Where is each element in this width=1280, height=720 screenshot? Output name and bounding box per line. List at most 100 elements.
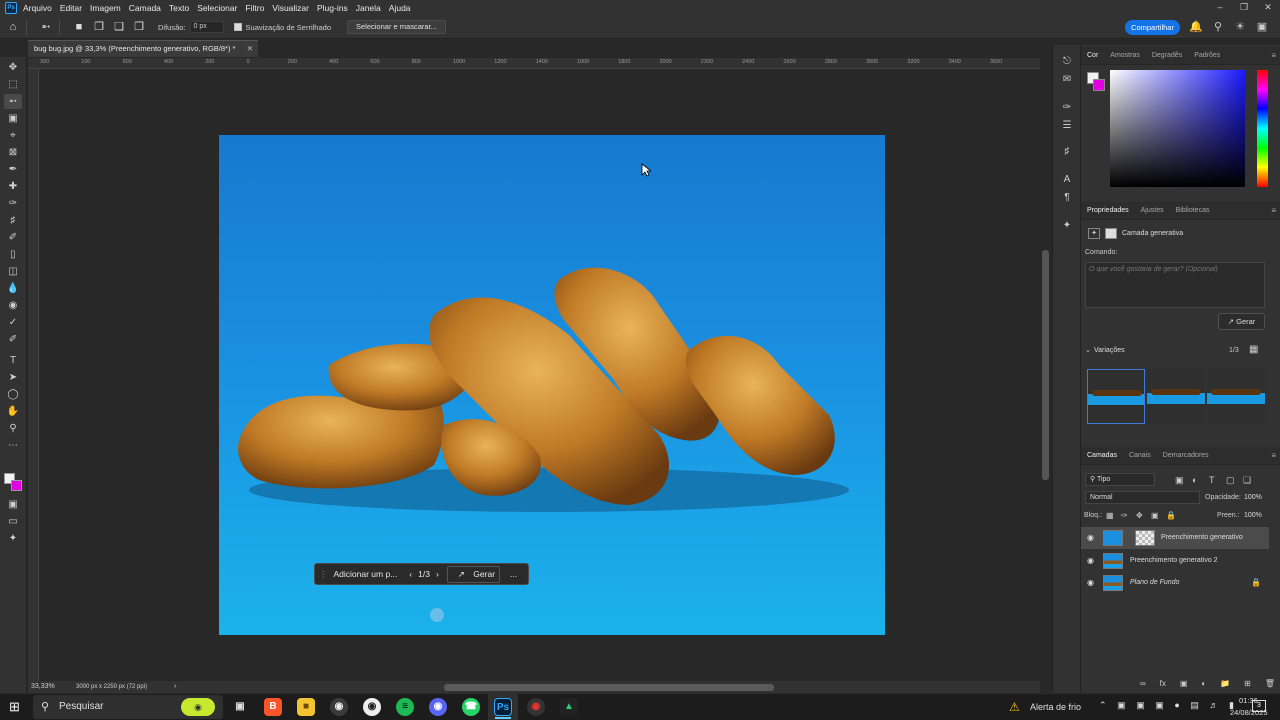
marquee-tool-icon[interactable]: ⬚: [4, 77, 22, 92]
menu-imagem[interactable]: Imagem: [90, 3, 121, 13]
delete-layer-icon[interactable]: 🗑: [1265, 679, 1275, 691]
color-picker-field[interactable]: [1110, 70, 1245, 187]
previous-variation-icon[interactable]: ‹: [409, 569, 412, 579]
eye-icon[interactable]: ◉: [1087, 556, 1097, 566]
tab-bibliotecas[interactable]: Bibliotecas: [1170, 207, 1216, 214]
menu-visualizar[interactable]: Visualizar: [272, 3, 309, 13]
weather-warning-icon[interactable]: ⚠: [1009, 700, 1020, 714]
chevron-down-icon[interactable]: ⌄: [1085, 346, 1091, 354]
object-selection-tool-icon[interactable]: ▣: [4, 111, 22, 126]
clone-source-icon[interactable]: ♯: [1060, 145, 1074, 159]
app-icon[interactable]: ◉: [330, 698, 348, 716]
zoom-tool-icon[interactable]: ⚲: [4, 421, 22, 436]
document-size[interactable]: 3000 px x 2250 px (72 ppi): [76, 684, 147, 690]
close-icon[interactable]: ✕: [1256, 0, 1280, 16]
taskbar-search-box[interactable]: ⚲ Pesquisar ◉: [33, 695, 223, 719]
intersect-selection-icon[interactable]: ❒: [132, 20, 146, 34]
generate-button[interactable]: ↗ Gerar: [1218, 313, 1265, 330]
background-color-swatch[interactable]: [11, 480, 22, 491]
clone-stamp-tool-icon[interactable]: ♯: [4, 213, 22, 228]
tab-amostras[interactable]: Amostras: [1104, 52, 1146, 59]
tab-canais[interactable]: Canais: [1123, 452, 1157, 459]
layer-row[interactable]: ◉ Plano de Fundo 🔒: [1081, 572, 1269, 594]
lock-transparent-icon[interactable]: ▦: [1106, 511, 1114, 520]
tab-ajustes[interactable]: Ajustes: [1135, 207, 1170, 214]
blur-tool-icon[interactable]: 💧: [4, 281, 22, 296]
more-tools-icon[interactable]: ⋯: [4, 438, 22, 453]
background-color-swatch[interactable]: [1093, 79, 1105, 91]
tray-app-icon[interactable]: ▣: [1117, 700, 1126, 711]
windows-start-icon[interactable]: ⊞: [9, 699, 20, 715]
select-and-mask-button[interactable]: Selecionar e mascarar...: [347, 20, 446, 34]
network-icon[interactable]: ▤: [1190, 700, 1199, 711]
history-icon[interactable]: ⎋: [1060, 55, 1074, 69]
microphone-icon[interactable]: ●: [1174, 700, 1179, 711]
menu-janela[interactable]: Janela: [356, 3, 381, 13]
dodge-tool-icon[interactable]: ◉: [4, 298, 22, 313]
hue-slider[interactable]: [1257, 70, 1268, 187]
spotify-icon[interactable]: ≡: [396, 698, 414, 716]
horizontal-scrollbar[interactable]: [444, 684, 774, 691]
task-view-icon[interactable]: ▣: [231, 698, 249, 716]
move-tool-icon[interactable]: ✥: [4, 60, 22, 75]
feather-input[interactable]: 0 px: [189, 21, 224, 33]
comments-icon[interactable]: ✉: [1060, 73, 1074, 87]
tab-cor[interactable]: Cor: [1081, 52, 1104, 59]
panel-menu-icon[interactable]: ≡: [1271, 451, 1276, 460]
menu-selecionar[interactable]: Selecionar: [197, 3, 237, 13]
tab-propriedades[interactable]: Propriedades: [1081, 207, 1135, 214]
discover-icon[interactable]: ☀: [1233, 20, 1247, 34]
glyphs-icon[interactable]: ✦: [1060, 219, 1074, 233]
pen-tool-alt-icon[interactable]: ✐: [4, 332, 22, 347]
whatsapp-icon[interactable]: ☎: [462, 698, 480, 716]
photoshop-taskbar-icon[interactable]: Ps: [494, 698, 512, 716]
tab-degrades[interactable]: Degradês: [1146, 52, 1188, 59]
vertical-scrollbar[interactable]: [1042, 250, 1049, 480]
home-icon[interactable]: ⌂: [6, 20, 20, 34]
menu-ajuda[interactable]: Ajuda: [389, 3, 411, 13]
layer-style-icon[interactable]: fx: [1160, 679, 1166, 691]
crop-tool-icon[interactable]: ⌖: [4, 128, 22, 143]
history-brush-tool-icon[interactable]: ✐: [4, 230, 22, 245]
new-group-icon[interactable]: 📁: [1220, 679, 1230, 691]
brush-settings-icon[interactable]: ✑: [1060, 101, 1074, 115]
grid-view-icon[interactable]: ▦: [1249, 344, 1258, 355]
path-selection-tool-icon[interactable]: ➤: [4, 370, 22, 385]
lock-position-icon[interactable]: ✥: [1136, 511, 1143, 520]
lock-artboard-icon[interactable]: ▣: [1151, 511, 1159, 520]
volume-icon[interactable]: ♬: [1209, 700, 1218, 711]
app-icon[interactable]: ◉: [527, 698, 545, 716]
next-variation-icon[interactable]: ›: [436, 569, 439, 579]
file-explorer-icon[interactable]: ■: [297, 698, 315, 716]
prompt-textarea[interactable]: O que você gostaria de gerar? (Opcional): [1085, 262, 1265, 308]
tab-padroes[interactable]: Padrões: [1188, 52, 1226, 59]
eye-icon[interactable]: ◉: [1087, 533, 1097, 543]
document-tab[interactable]: bug bug.jpg @ 33,3% (Preenchimento gener…: [28, 40, 258, 57]
spot-healing-tool-icon[interactable]: ✚: [4, 179, 22, 194]
filter-shape-icon[interactable]: ▢: [1226, 475, 1235, 486]
lock-all-icon[interactable]: 🔒: [1166, 511, 1176, 520]
lasso-tool-icon[interactable]: ➵: [4, 94, 22, 109]
shape-tool-icon[interactable]: ◯: [4, 387, 22, 402]
filter-adjustment-icon[interactable]: ◐: [1192, 475, 1197, 485]
weather-text[interactable]: Alerta de frio: [1030, 702, 1081, 712]
panel-menu-icon[interactable]: ≡: [1271, 206, 1276, 215]
search-icon[interactable]: ⚲: [1211, 20, 1225, 34]
pen-tool-icon[interactable]: ✓: [4, 315, 22, 330]
zoom-level[interactable]: 33,33%: [31, 683, 55, 690]
blend-mode-dropdown[interactable]: Normal: [1085, 491, 1200, 504]
variation-thumbnail-2[interactable]: [1147, 369, 1205, 424]
chevron-up-icon[interactable]: ⌃: [1099, 700, 1107, 711]
eraser-tool-icon[interactable]: ▯: [4, 247, 22, 262]
fill-value[interactable]: 100%: [1244, 512, 1262, 519]
workspace-icon[interactable]: ▣: [1255, 20, 1269, 34]
generative-prompt-input[interactable]: Adicionar um p...: [334, 569, 398, 579]
layer-row[interactable]: ◉ Preenchimento generativo: [1081, 527, 1269, 549]
type-tool-icon[interactable]: T: [4, 353, 22, 368]
panel-menu-icon[interactable]: ≡: [1271, 51, 1276, 60]
drag-handle-icon[interactable]: ⋮: [319, 569, 328, 580]
filter-pixel-icon[interactable]: ▣: [1175, 475, 1184, 486]
restore-icon[interactable]: ❐: [1232, 0, 1256, 16]
new-selection-icon[interactable]: ■: [72, 20, 86, 34]
menu-filtro[interactable]: Filtro: [245, 3, 264, 13]
